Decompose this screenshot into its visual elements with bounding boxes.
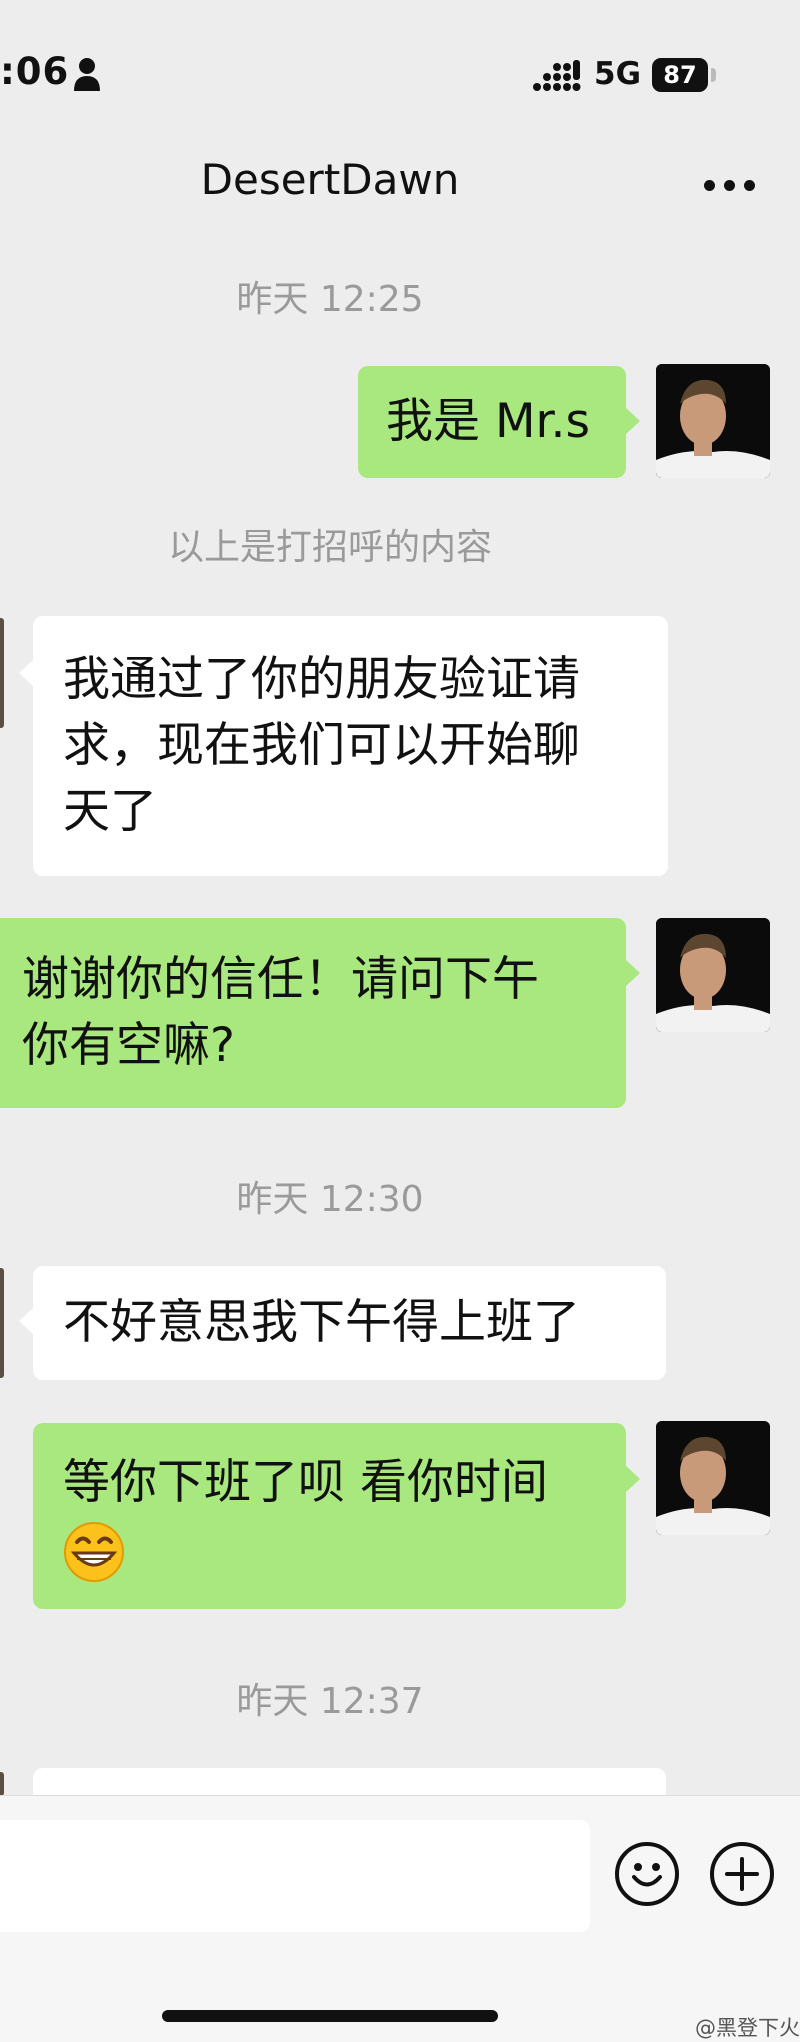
message-text: 等你下班了呗 看你时间 bbox=[63, 1455, 548, 1510]
network-label: 5G bbox=[594, 56, 642, 92]
emoji-face-icon bbox=[632, 1863, 662, 1887]
watermark: @黑登下火 bbox=[695, 2016, 800, 2040]
message-text: 我是 Mr.s bbox=[386, 394, 590, 449]
person-icon bbox=[74, 58, 100, 91]
message-line: 天了 bbox=[63, 784, 157, 839]
timestamp: 昨天 12:37 bbox=[236, 1681, 424, 1722]
my-avatar[interactable] bbox=[656, 918, 770, 1032]
emoji-button[interactable] bbox=[615, 1842, 679, 1906]
message-line: 你有空嘛? bbox=[22, 1018, 235, 1073]
message-line: 谢谢你的信任！请问下午 bbox=[22, 952, 539, 1007]
status-bar: :06 5G 87 bbox=[0, 0, 800, 140]
message-line: 我通过了你的朋友验证请 bbox=[63, 652, 580, 707]
bubble-tail bbox=[626, 1466, 640, 1492]
my-avatar[interactable] bbox=[656, 364, 770, 478]
battery-tip bbox=[711, 68, 716, 82]
signal-dots-icon bbox=[533, 60, 581, 91]
bubble-tail bbox=[626, 408, 640, 434]
message-line: 求，现在我们可以开始聊 bbox=[63, 718, 580, 773]
avatar-portrait-icon bbox=[656, 1421, 770, 1535]
chat-title: DesertDawn bbox=[200, 155, 460, 204]
message-bubble-received[interactable]: 不好意思我下午得上班了 bbox=[33, 1266, 666, 1380]
message-bubble-sent[interactable]: 等你下班了呗 看你时间 bbox=[33, 1423, 626, 1609]
battery-icon: 87 bbox=[652, 58, 708, 92]
input-bar bbox=[0, 1795, 800, 2042]
chat-screen: :06 5G 87 DesertDawn 昨天 12:25 我是 Mr.s 以上… bbox=[0, 0, 800, 2042]
message-bubble-sent[interactable]: 我是 Mr.s bbox=[358, 366, 626, 478]
message-bubble-received[interactable]: 我通过了你的朋友验证请 求，现在我们可以开始聊 天了 bbox=[33, 616, 668, 876]
more-dot bbox=[744, 180, 755, 191]
more-options-button[interactable] bbox=[700, 170, 760, 200]
avatar-portrait-icon bbox=[656, 364, 770, 478]
contact-avatar[interactable] bbox=[0, 618, 4, 728]
bubble-tail bbox=[626, 960, 640, 986]
message-text: 不好意思我下午得上班了 bbox=[63, 1295, 580, 1350]
message-input[interactable] bbox=[0, 1820, 590, 1932]
status-time: :06 bbox=[0, 50, 70, 93]
message-bubble-sent[interactable]: 谢谢你的信任！请问下午 你有空嘛? bbox=[0, 918, 626, 1108]
message-bubble-received-partial[interactable] bbox=[33, 1768, 666, 1798]
timestamp: 昨天 12:25 bbox=[236, 279, 424, 320]
more-dot bbox=[724, 180, 735, 191]
bubble-tail bbox=[19, 1308, 33, 1334]
more-dots-icon bbox=[704, 180, 715, 191]
avatar-portrait-icon bbox=[656, 918, 770, 1032]
grinning-emoji-icon bbox=[64, 1521, 124, 1582]
my-avatar[interactable] bbox=[656, 1421, 770, 1535]
greeting-note: 以上是打招呼的内容 bbox=[167, 527, 492, 568]
bubble-tail bbox=[19, 660, 33, 686]
contact-avatar[interactable] bbox=[0, 1772, 4, 1796]
contact-avatar[interactable] bbox=[0, 1268, 4, 1378]
home-indicator[interactable] bbox=[162, 2010, 498, 2022]
plus-circle-icon bbox=[725, 1857, 759, 1891]
timestamp: 昨天 12:30 bbox=[236, 1179, 424, 1220]
plus-button[interactable] bbox=[710, 1842, 774, 1906]
